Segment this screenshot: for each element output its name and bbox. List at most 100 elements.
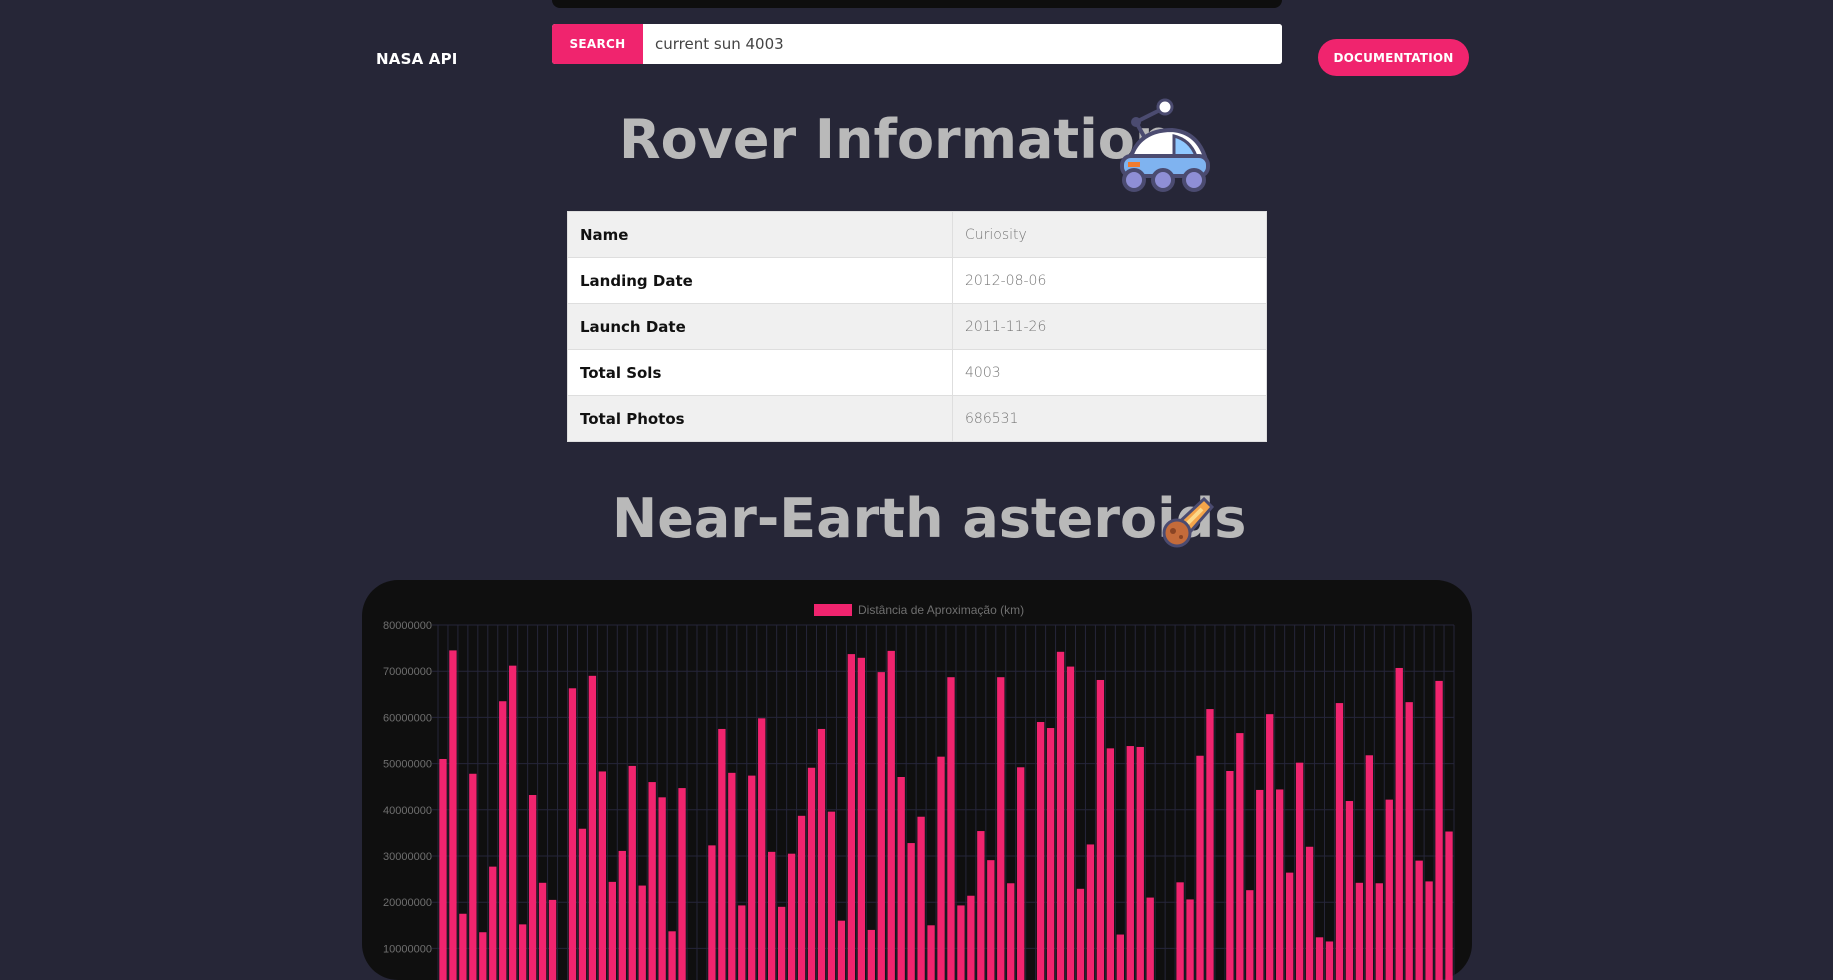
bar [1276, 789, 1284, 980]
bar [1076, 888, 1085, 980]
bar [1345, 801, 1354, 980]
y-tick-label: 80000000 [383, 620, 432, 632]
bar [469, 773, 477, 980]
bar [1266, 714, 1274, 980]
bar [1017, 767, 1025, 980]
table-row: Name Curiosity [567, 211, 1267, 258]
bar [947, 677, 955, 980]
bar [1315, 937, 1324, 980]
bar [1355, 882, 1364, 980]
bar [1106, 748, 1115, 980]
bar [668, 931, 676, 980]
documentation-button[interactable]: DOCUMENTATION [1318, 39, 1469, 76]
bar [598, 771, 607, 980]
bar [1186, 899, 1194, 980]
bar [1285, 872, 1294, 980]
y-tick-label: 50000000 [383, 759, 432, 771]
bar [977, 831, 985, 980]
bar [538, 882, 547, 980]
bar [777, 906, 786, 980]
bar [449, 650, 457, 980]
bar [1236, 733, 1244, 980]
y-tick-label: 70000000 [383, 666, 432, 678]
rover-info-table: Name Curiosity Landing Date 2012-08-06 L… [567, 211, 1267, 442]
rover-icon [1110, 98, 1216, 198]
row-label: Landing Date [567, 257, 953, 304]
bar [807, 767, 816, 980]
bar [1256, 789, 1264, 980]
top-image-edge [552, 0, 1282, 8]
legend-swatch [814, 604, 852, 616]
bar [1086, 844, 1095, 980]
y-tick-label: 40000000 [383, 805, 432, 817]
bar [1365, 755, 1374, 980]
bar [1206, 709, 1214, 980]
bar [439, 758, 447, 980]
bar [1246, 890, 1254, 980]
bar [957, 905, 965, 980]
bar [1335, 703, 1344, 980]
bar [1096, 679, 1105, 980]
bar [967, 895, 975, 980]
bar [787, 853, 796, 980]
bar [768, 851, 776, 980]
y-tick-label: 60000000 [383, 712, 432, 724]
bar [927, 925, 935, 980]
table-row: Total Sols 4003 [567, 349, 1267, 396]
bar [1385, 799, 1393, 980]
bar [728, 772, 736, 980]
bar [678, 788, 686, 980]
bar [1445, 831, 1453, 980]
bar [997, 677, 1005, 980]
bar [499, 701, 507, 980]
bar [548, 899, 557, 980]
asteroids-title: Near-Earth asteroids [612, 487, 1247, 550]
y-tick-label: 30000000 [383, 851, 432, 863]
bar [1395, 667, 1403, 980]
row-value: 2012-08-06 [952, 257, 1267, 304]
bar [1226, 770, 1234, 980]
bar [917, 816, 925, 980]
brand-logo[interactable]: NASA API [376, 50, 458, 68]
bar [758, 718, 766, 980]
bar [1007, 883, 1015, 980]
bar [568, 688, 577, 980]
bar [658, 797, 666, 980]
bar [588, 675, 597, 980]
row-value: 4003 [952, 349, 1267, 396]
bar [738, 905, 746, 980]
bar [797, 815, 806, 980]
asteroid-distance-chart: Distância de Aproximação (km) 80000000 700… [383, 603, 1455, 980]
bar [1066, 666, 1075, 980]
search-bar: SEARCH [552, 24, 1282, 64]
row-label: Name [567, 211, 953, 258]
bar [1116, 934, 1124, 980]
bar [1146, 897, 1154, 980]
bar [937, 756, 945, 980]
bar [1036, 722, 1045, 980]
legend-label: Distância de Aproximação (km) [858, 603, 1024, 617]
bar [718, 728, 726, 980]
bar [1056, 651, 1065, 980]
row-value: 2011-11-26 [952, 303, 1267, 350]
table-row: Total Photos 686531 [567, 395, 1267, 442]
search-input[interactable] [643, 24, 1282, 64]
bar [648, 782, 656, 980]
bar [1295, 762, 1304, 980]
search-button[interactable]: SEARCH [552, 24, 643, 64]
bar [1305, 846, 1314, 980]
bar [618, 850, 626, 980]
bar [1325, 941, 1334, 980]
row-label: Launch Date [567, 303, 953, 350]
bar [608, 881, 616, 980]
bar [1196, 755, 1204, 980]
bar [518, 924, 527, 980]
bar [857, 657, 866, 980]
table-row: Landing Date 2012-08-06 [567, 257, 1267, 304]
bar [528, 795, 537, 980]
bar [1046, 728, 1055, 980]
asteroid-chart-card: Distância de Aproximação (km) 80000000 700… [362, 580, 1472, 980]
y-tick-label: 20000000 [383, 897, 432, 909]
bar [837, 920, 846, 980]
bar [897, 776, 905, 980]
